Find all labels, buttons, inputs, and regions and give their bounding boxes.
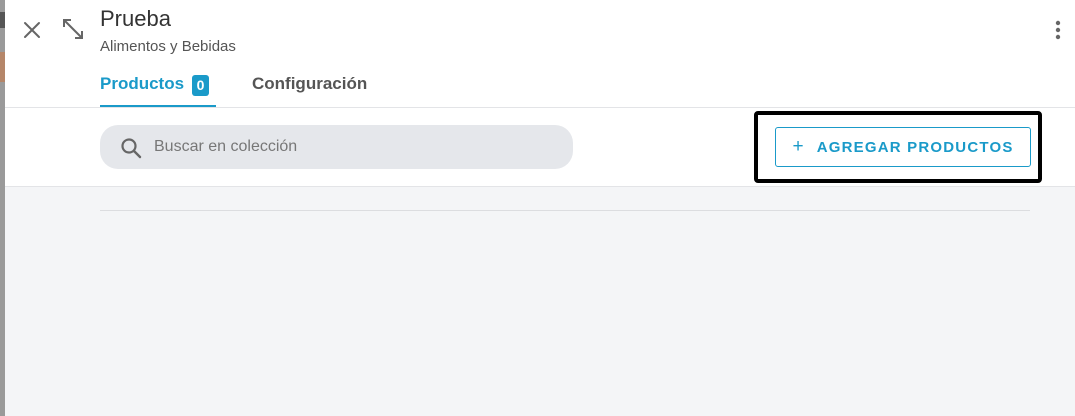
expand-icon[interactable] bbox=[61, 17, 85, 41]
search-bar bbox=[100, 125, 573, 169]
page-title: Prueba bbox=[100, 6, 171, 31]
search-icon bbox=[120, 137, 142, 159]
count-badge: 0 bbox=[192, 75, 210, 96]
close-icon[interactable] bbox=[22, 20, 42, 40]
add-products-button[interactable]: + AGREGAR PRODUCTOS bbox=[775, 127, 1031, 167]
tab-productos[interactable]: Productos 0 bbox=[100, 74, 216, 107]
search-input[interactable] bbox=[154, 125, 554, 169]
page-subtitle: Alimentos y Bebidas bbox=[100, 38, 236, 55]
plus-icon: + bbox=[792, 136, 805, 157]
tab-configuracion[interactable]: Configuración bbox=[252, 74, 367, 105]
tab-label: Productos bbox=[100, 74, 185, 93]
collection-panel: Prueba Alimentos y Bebidas Productos 0 C… bbox=[5, 0, 1075, 416]
panel-header: Prueba Alimentos y Bebidas Productos 0 C… bbox=[5, 0, 1075, 187]
add-products-label: AGREGAR PRODUCTOS bbox=[816, 138, 1014, 156]
list-divider bbox=[100, 210, 1030, 211]
header-top: Prueba Alimentos y Bebidas Productos 0 C… bbox=[5, 0, 1075, 108]
tab-label: Configuración bbox=[252, 74, 368, 93]
more-vertical-icon[interactable] bbox=[1048, 18, 1068, 42]
